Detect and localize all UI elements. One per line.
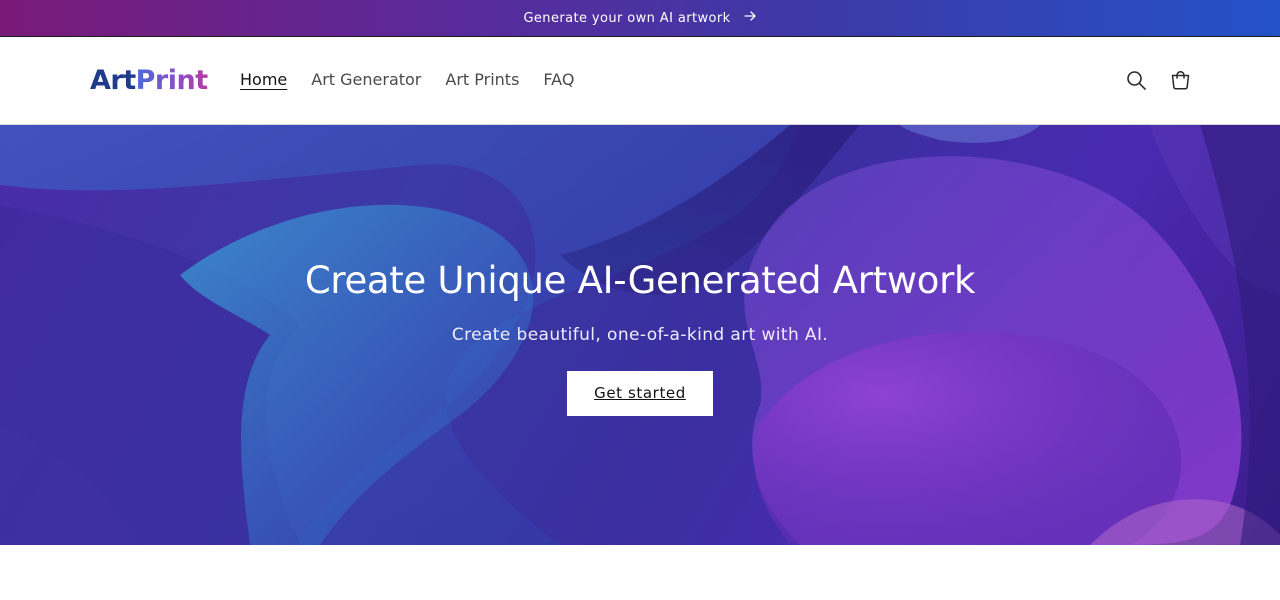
nav-item-home[interactable]: Home (240, 68, 287, 92)
nav-item-art-generator[interactable]: Art Generator (311, 68, 421, 92)
hero-banner: Create Unique AI-Generated Artwork Creat… (0, 125, 1280, 545)
announcement-text: Generate your own AI artwork (523, 10, 731, 26)
site-logo[interactable]: ArtPrint (90, 62, 208, 100)
nav-item-faq[interactable]: FAQ (543, 68, 574, 92)
nav-item-art-prints[interactable]: Art Prints (445, 68, 519, 92)
main-nav: Home Art Generator Art Prints FAQ (240, 68, 598, 92)
search-icon (1126, 70, 1147, 91)
cart-icon (1170, 70, 1191, 91)
search-button[interactable] (1124, 68, 1148, 92)
logo-part-print: Print (135, 65, 209, 96)
arrow-right-icon (743, 9, 757, 27)
logo-part-art: Art (90, 65, 136, 96)
hero-subtitle: Create beautiful, one-of-a-kind art with… (451, 325, 829, 345)
announcement-bar: Generate your own AI artwork (0, 0, 1280, 37)
cart-button[interactable] (1168, 68, 1192, 92)
hero-content: Create Unique AI-Generated Artwork Creat… (0, 255, 1280, 416)
get-started-button[interactable]: Get started (567, 371, 713, 416)
announcement-link[interactable]: Generate your own AI artwork (523, 9, 756, 27)
hero-title: Create Unique AI-Generated Artwork (304, 259, 976, 302)
site-header: ArtPrint Home Art Generator Art Prints F… (0, 38, 1280, 125)
